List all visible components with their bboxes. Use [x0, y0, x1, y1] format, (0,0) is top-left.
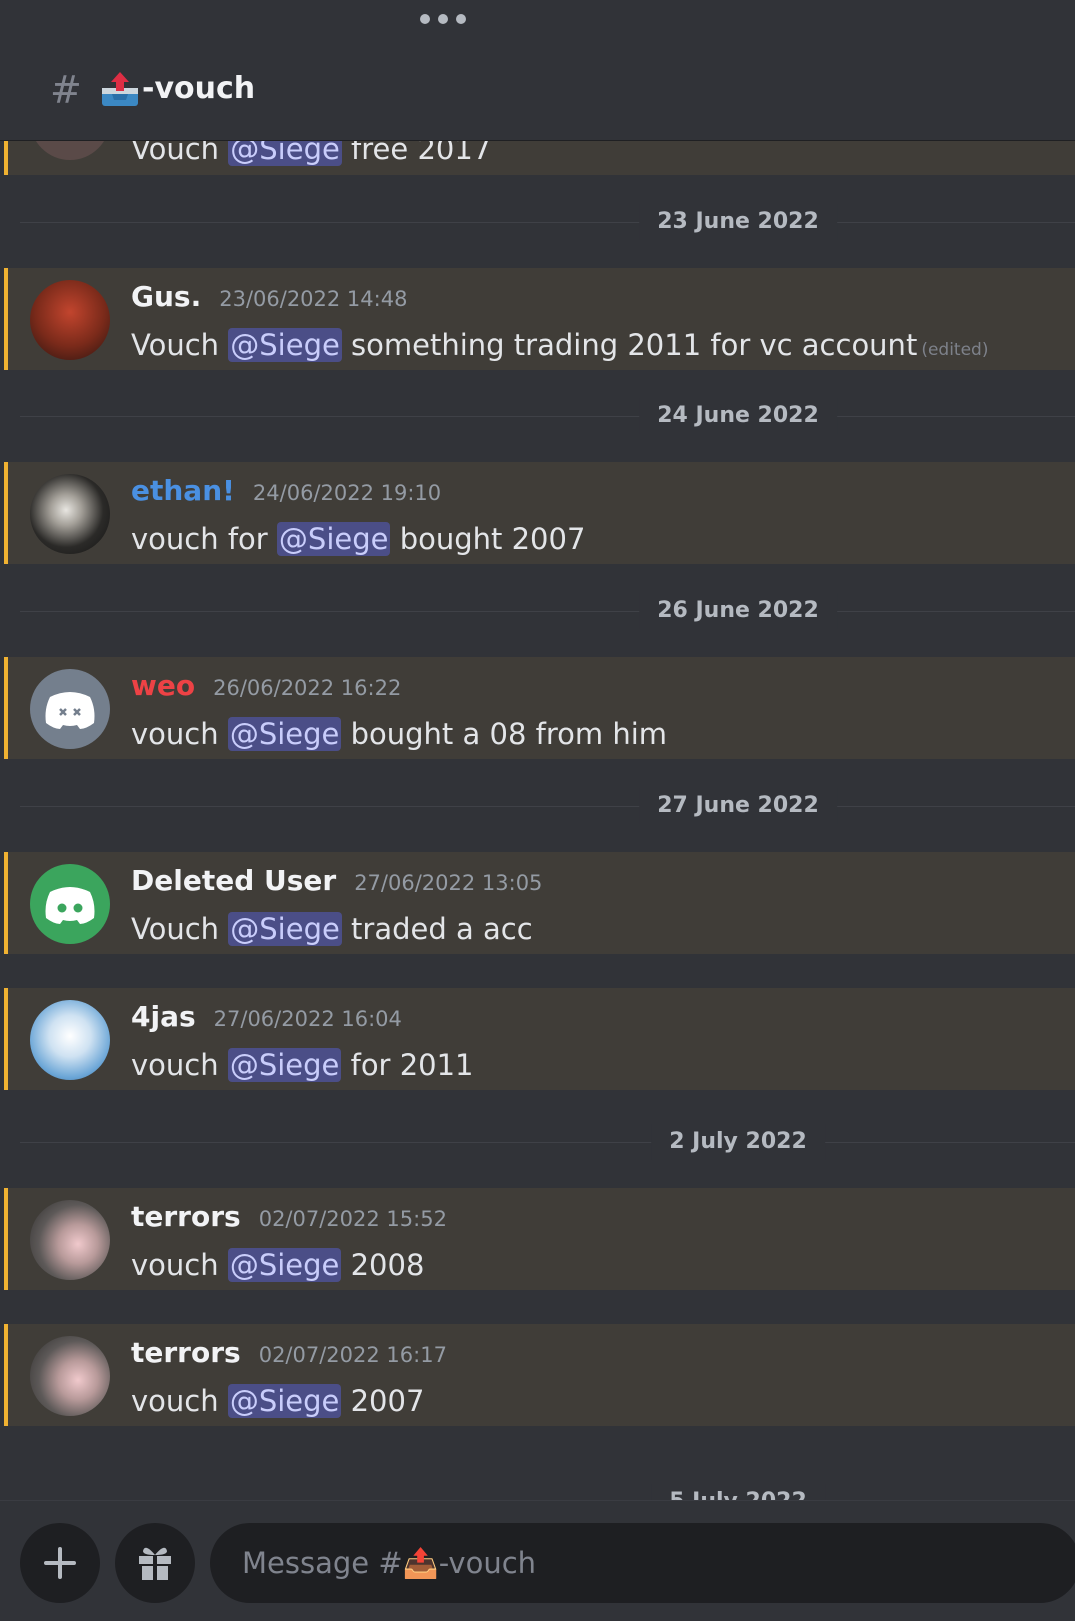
more-options-icon[interactable] [420, 14, 466, 24]
message-timestamp: 27/06/2022 16:04 [213, 1007, 402, 1031]
username[interactable]: weo [131, 669, 195, 702]
user-mention[interactable]: @Siege [228, 328, 342, 362]
message-timestamp: 02/07/2022 15:52 [258, 1207, 447, 1231]
user-mention[interactable]: @Siege [276, 522, 391, 556]
user-mention[interactable]: @Siege [227, 717, 342, 751]
message-timestamp: 02/07/2022 16:17 [258, 1343, 447, 1367]
message-row[interactable]: terrors 02/07/2022 15:52 vouch @Siege 20… [4, 1188, 1075, 1290]
message-composer [0, 1500, 1075, 1621]
date-divider: 26 June 2022 [20, 591, 1075, 631]
user-avatar[interactable] [30, 280, 110, 360]
message-text: vouch @Siege for 2011 [131, 1048, 474, 1082]
gift-button[interactable] [115, 1523, 195, 1603]
message-timestamp: 23/06/2022 14:48 [219, 287, 408, 311]
message-row[interactable]: ethan! 24/06/2022 19:10 vouch for @Siege… [4, 462, 1075, 564]
date-divider: 27 June 2022 [20, 786, 1075, 826]
message-row[interactable]: weo 26/06/2022 16:22 vouch @Siege bought… [4, 657, 1075, 759]
user-mention[interactable]: @Siege [227, 1384, 342, 1418]
message-text: vouch @Siege 2008 [131, 1248, 425, 1282]
message-input[interactable] [240, 1545, 844, 1581]
discord-logo-icon [45, 692, 95, 729]
message-row[interactable]: Vouch @Siege free 2017 [4, 140, 1075, 175]
message-row[interactable]: Gus. 23/06/2022 14:48 Vouch @Siege somet… [4, 268, 1075, 370]
message-row[interactable]: Deleted User 27/06/2022 13:05 Vouch @Sie… [4, 852, 1075, 954]
user-mention[interactable]: @Siege [228, 912, 342, 946]
date-divider: 2 July 2022 [20, 1122, 1075, 1162]
date-divider: 24 June 2022 [20, 396, 1075, 436]
username[interactable]: 4jas [131, 1000, 196, 1033]
gift-icon [139, 1547, 171, 1580]
user-avatar[interactable] [30, 864, 110, 944]
user-avatar[interactable] [30, 1000, 110, 1080]
message-row[interactable]: 4jas 27/06/2022 16:04 vouch @Siege for 2… [4, 988, 1075, 1090]
date-divider: 23 June 2022 [20, 202, 1075, 242]
message-text: vouch @Siege 2007 [131, 1384, 425, 1418]
user-avatar[interactable] [30, 1336, 110, 1416]
add-attachment-button[interactable] [20, 1523, 100, 1603]
user-avatar[interactable] [30, 140, 110, 160]
username[interactable]: Gus. [131, 280, 201, 313]
discord-logo-icon [45, 887, 95, 924]
message-text: Vouch @Siege something trading 2011 for … [131, 328, 989, 362]
message-text: vouch @Siege bought a 08 from him [131, 717, 668, 751]
message-timestamp: 27/06/2022 13:05 [354, 871, 543, 895]
message-timestamp: 24/06/2022 19:10 [252, 481, 442, 505]
username[interactable]: ethan! [131, 474, 235, 507]
user-avatar[interactable] [30, 669, 110, 749]
user-mention[interactable]: @Siege [227, 1048, 342, 1082]
date-divider: 5 July 2022 [20, 1482, 1075, 1500]
inbox-tray-icon [102, 72, 138, 106]
plus-icon [44, 1547, 76, 1579]
message-text: vouch for @Siege bought 2007 [131, 522, 586, 556]
channel-name: -vouch [142, 71, 256, 106]
message-row[interactable]: terrors 02/07/2022 16:17 vouch @Siege 20… [4, 1324, 1075, 1426]
user-mention[interactable]: @Siege [227, 1248, 342, 1282]
channel-header: # -vouch [0, 0, 1075, 141]
message-timestamp: 26/06/2022 16:22 [213, 676, 402, 700]
message-text: Vouch @Siege free 2017 [131, 140, 491, 170]
username[interactable]: terrors [131, 1200, 241, 1233]
user-avatar[interactable] [30, 1200, 110, 1280]
user-avatar[interactable] [30, 474, 110, 554]
username[interactable]: terrors [131, 1336, 241, 1369]
message-input-box[interactable] [210, 1523, 1075, 1603]
channel-hash-icon: # [50, 68, 82, 112]
message-text: Vouch @Siege traded a acc [131, 912, 533, 946]
username[interactable]: Deleted User [131, 864, 336, 897]
message-list[interactable]: Vouch @Siege free 2017 23 June 2022 Gus.… [0, 140, 1075, 1500]
user-mention[interactable]: @Siege [228, 140, 342, 166]
edited-tag: (edited) [921, 340, 989, 360]
